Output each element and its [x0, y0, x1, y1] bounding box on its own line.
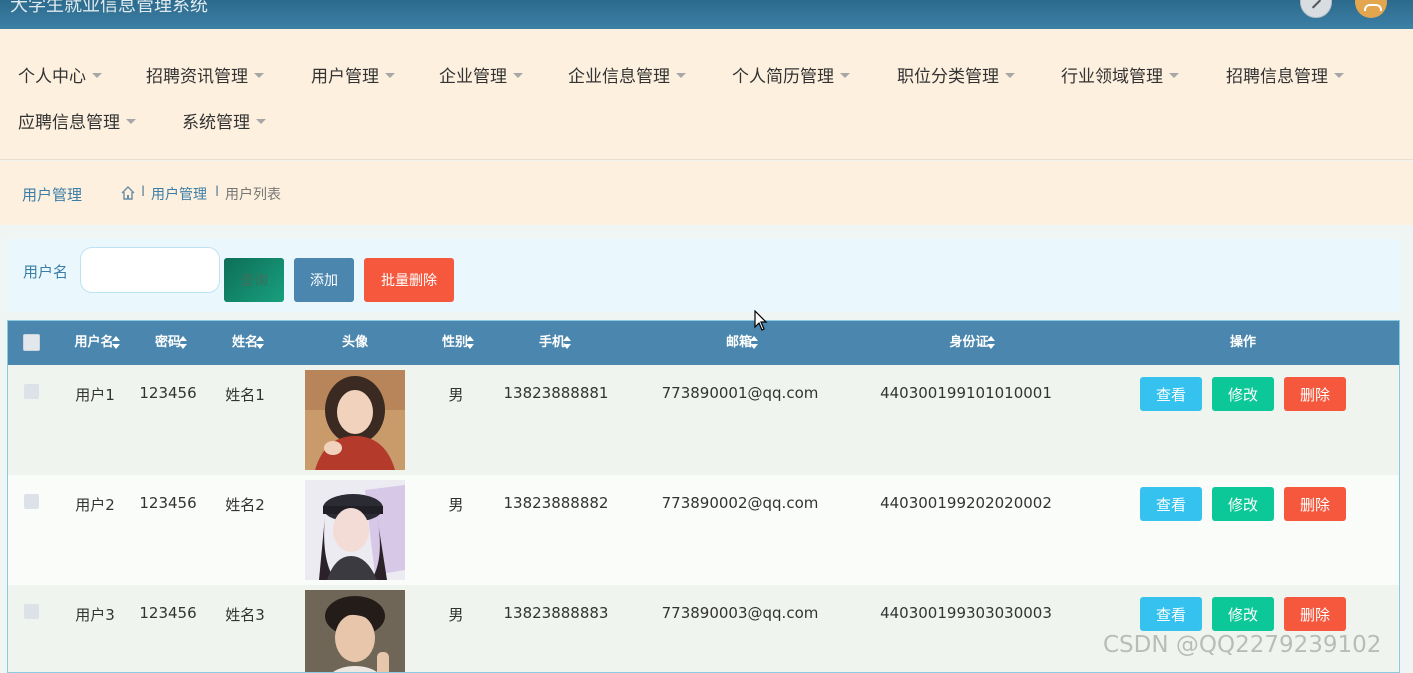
table-row: 用户2 123456 姓名2 男 13823888882 773890002@q… [8, 475, 1399, 585]
nav-item-company-info[interactable]: 企业信息管理 [568, 62, 686, 87]
mouse-cursor-icon [754, 310, 768, 331]
cell-password: 123456 [139, 494, 197, 512]
cell-username: 用户2 [75, 496, 115, 514]
column-header-idcard[interactable]: 身份证 [930, 321, 1010, 365]
chevron-down-icon [1169, 72, 1179, 78]
cell-username: 用户1 [75, 386, 115, 404]
cell-gender: 男 [448, 496, 464, 514]
breadcrumb-current: 用户列表 [225, 187, 281, 203]
cell-idcard: 440300199101010001 [880, 384, 1052, 402]
delete-button[interactable]: 删除 [1284, 377, 1346, 411]
chevron-down-icon [1334, 72, 1344, 78]
chevron-down-icon [513, 72, 523, 78]
view-button[interactable]: 查看 [1140, 597, 1202, 631]
row-checkbox[interactable] [24, 604, 39, 619]
column-header-username[interactable]: 用户名 [60, 321, 130, 365]
watermark: CSDN @QQ2279239102 [1103, 632, 1382, 658]
search-form: 用户名 查询 添加 批量删除 [7, 239, 1400, 312]
breadcrumb: 用户管理 I 用户管理 I 用户列表 [0, 161, 1413, 225]
chevron-down-icon [92, 72, 102, 78]
fullscreen-icon[interactable] [1300, 0, 1332, 18]
column-header-gender[interactable]: 性别 [421, 321, 491, 365]
cell-email: 773890001@qq.com [661, 384, 819, 402]
select-all-checkbox[interactable] [23, 334, 40, 351]
nav-item-company-management[interactable]: 企业管理 [439, 62, 523, 87]
table-row: 用户3 123456 姓名3 男 13823888883 773890003@q… [8, 585, 1399, 672]
home-icon[interactable] [120, 185, 136, 201]
cell-phone: 13823888883 [503, 604, 609, 622]
nav-item-resume[interactable]: 个人简历管理 [732, 62, 850, 87]
cell-username: 用户3 [75, 606, 115, 624]
user-table: 用户名 密码 姓名 头像 性别 手机 邮箱 身份证 操作 用户1 123456 … [7, 320, 1400, 673]
cell-name: 姓名2 [225, 496, 265, 514]
cell-gender: 男 [448, 606, 464, 624]
cell-password: 123456 [139, 384, 197, 402]
add-button[interactable]: 添加 [294, 258, 354, 302]
delete-button[interactable]: 删除 [1284, 597, 1346, 631]
chevron-down-icon [256, 118, 266, 124]
avatar [305, 590, 405, 672]
nav-item-application-info[interactable]: 应聘信息管理 [18, 108, 136, 133]
username-search-input[interactable] [80, 247, 220, 293]
cell-email: 773890002@qq.com [661, 494, 819, 512]
breadcrumb-separator: I [141, 184, 146, 200]
nav-item-recruit-info[interactable]: 招聘信息管理 [1226, 62, 1344, 87]
view-button[interactable]: 查看 [1140, 377, 1202, 411]
cell-idcard: 440300199202020002 [880, 494, 1052, 512]
cell-phone: 13823888881 [503, 384, 609, 402]
main-nav: 个人中心 招聘资讯管理 用户管理 企业管理 企业信息管理 个人简历管理 职位分类… [0, 29, 1413, 160]
cell-email: 773890003@qq.com [661, 604, 819, 622]
page-title: 用户管理 [22, 186, 83, 204]
chevron-down-icon [676, 72, 686, 78]
row-checkbox[interactable] [24, 384, 39, 399]
nav-item-user-management[interactable]: 用户管理 [311, 62, 395, 87]
column-header-avatar: 头像 [341, 335, 368, 350]
chevron-down-icon [840, 72, 850, 78]
chevron-down-icon [126, 118, 136, 124]
query-button[interactable]: 查询 [224, 258, 284, 302]
batch-delete-button[interactable]: 批量删除 [364, 258, 454, 302]
nav-item-job-category[interactable]: 职位分类管理 [897, 62, 1015, 87]
cell-phone: 13823888882 [503, 494, 609, 512]
cell-name: 姓名1 [225, 386, 265, 404]
breadcrumb-link-user-management[interactable]: 用户管理 [151, 184, 207, 204]
edit-button[interactable]: 修改 [1212, 487, 1274, 521]
column-header-phone[interactable]: 手机 [513, 321, 593, 365]
edit-button[interactable]: 修改 [1212, 597, 1274, 631]
avatar [305, 480, 405, 580]
nav-item-industry[interactable]: 行业领域管理 [1061, 62, 1179, 87]
avatar [305, 370, 405, 470]
nav-item-system-management[interactable]: 系统管理 [182, 108, 266, 133]
view-button[interactable]: 查看 [1140, 487, 1202, 521]
nav-item-personal-center[interactable]: 个人中心 [18, 62, 102, 87]
chevron-down-icon [254, 72, 264, 78]
cell-gender: 男 [448, 386, 464, 404]
nav-item-recruit-news[interactable]: 招聘资讯管理 [146, 62, 264, 87]
chevron-down-icon [385, 72, 395, 78]
chevron-down-icon [1005, 72, 1015, 78]
column-header-actions: 操作 [1229, 335, 1256, 350]
app-title: 大学生就业信息管理系统 [10, 0, 208, 16]
column-header-password[interactable]: 密码 [134, 321, 204, 365]
top-bar: 大学生就业信息管理系统 [0, 0, 1413, 29]
delete-button[interactable]: 删除 [1284, 487, 1346, 521]
row-checkbox[interactable] [24, 494, 39, 509]
table-header: 用户名 密码 姓名 头像 性别 手机 邮箱 身份证 操作 [8, 321, 1399, 365]
table-row: 用户1 123456 姓名1 男 13823888881 773890001@q… [8, 365, 1399, 475]
cell-idcard: 440300199303030003 [880, 604, 1052, 622]
user-avatar-icon[interactable] [1355, 0, 1387, 18]
edit-button[interactable]: 修改 [1212, 377, 1274, 411]
username-label: 用户名 [23, 263, 69, 281]
column-header-name[interactable]: 姓名 [211, 321, 281, 365]
breadcrumb-separator: I [215, 184, 220, 200]
cell-password: 123456 [139, 604, 197, 622]
cell-name: 姓名3 [225, 606, 265, 624]
